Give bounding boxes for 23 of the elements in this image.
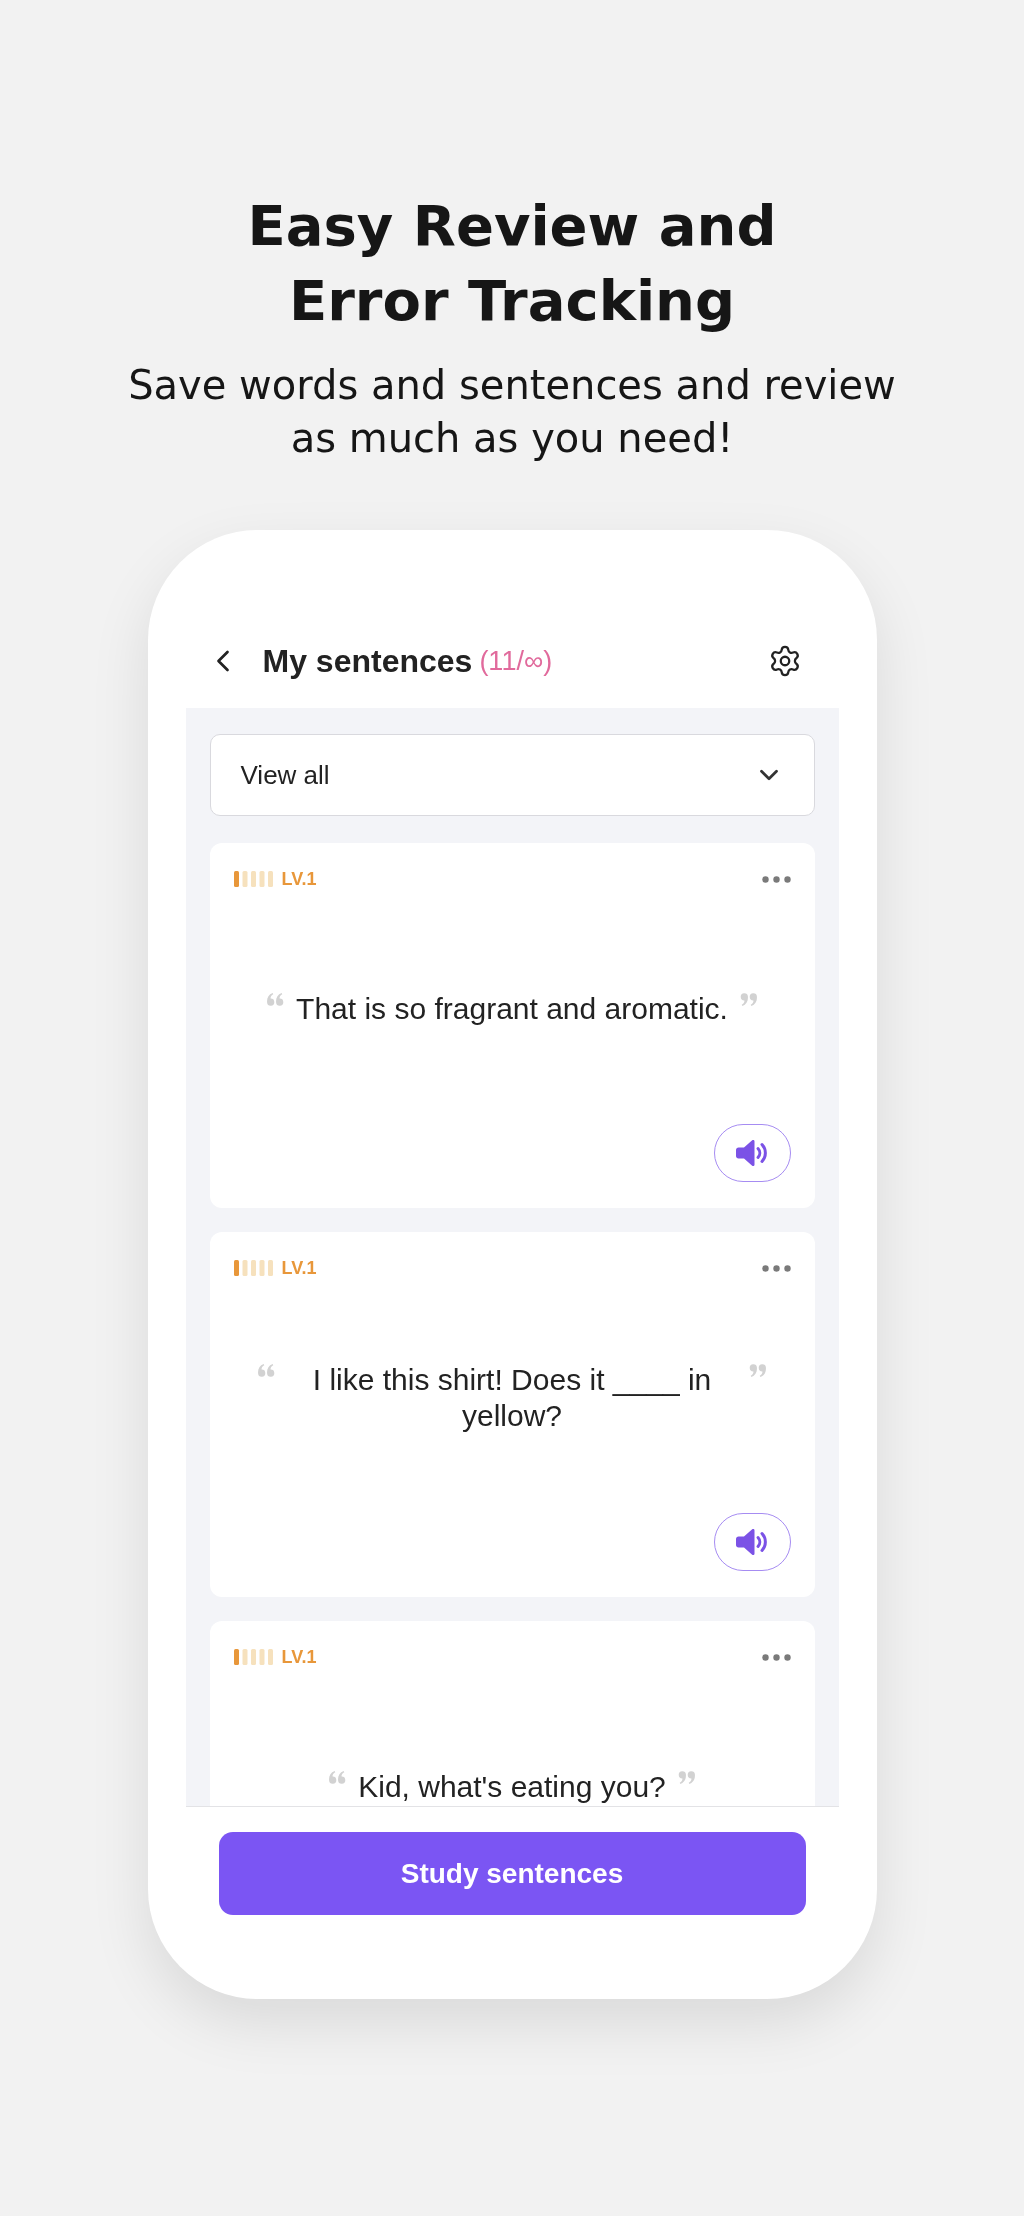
sentence-count: (11/∞) [479,645,553,678]
close-quote-icon [677,1770,695,1784]
close-quote-icon [739,992,757,1006]
sentence-text: Kid, what's eating you? [358,1768,666,1805]
screen-title: My sentences [262,642,473,681]
headline-title: Easy Review and Error Tracking [246,192,778,335]
level-label: LV.1 [281,1646,317,1668]
speaker-icon [736,1527,768,1557]
headline-subtitle: Save words and sentences and review as much as you need! [127,361,897,463]
open-quote-icon [329,1770,347,1784]
study-button[interactable]: Study sentences [218,1832,806,1915]
level-label: LV.1 [281,1257,317,1279]
filter-dropdown[interactable]: View all [209,734,815,816]
more-icon[interactable] [761,875,791,883]
more-icon[interactable] [761,1653,791,1661]
open-quote-icon [267,992,285,1006]
level-label: LV.1 [281,868,317,890]
open-quote-icon [258,1363,275,1377]
speaker-icon [736,1138,768,1168]
more-icon[interactable] [761,1264,791,1272]
sentence-text: I like this shirt! Does it ____ in yellow? [311,1361,713,1434]
close-quote-icon [749,1363,766,1377]
sentence-text: That is so fragrant and aromatic. [296,990,728,1027]
